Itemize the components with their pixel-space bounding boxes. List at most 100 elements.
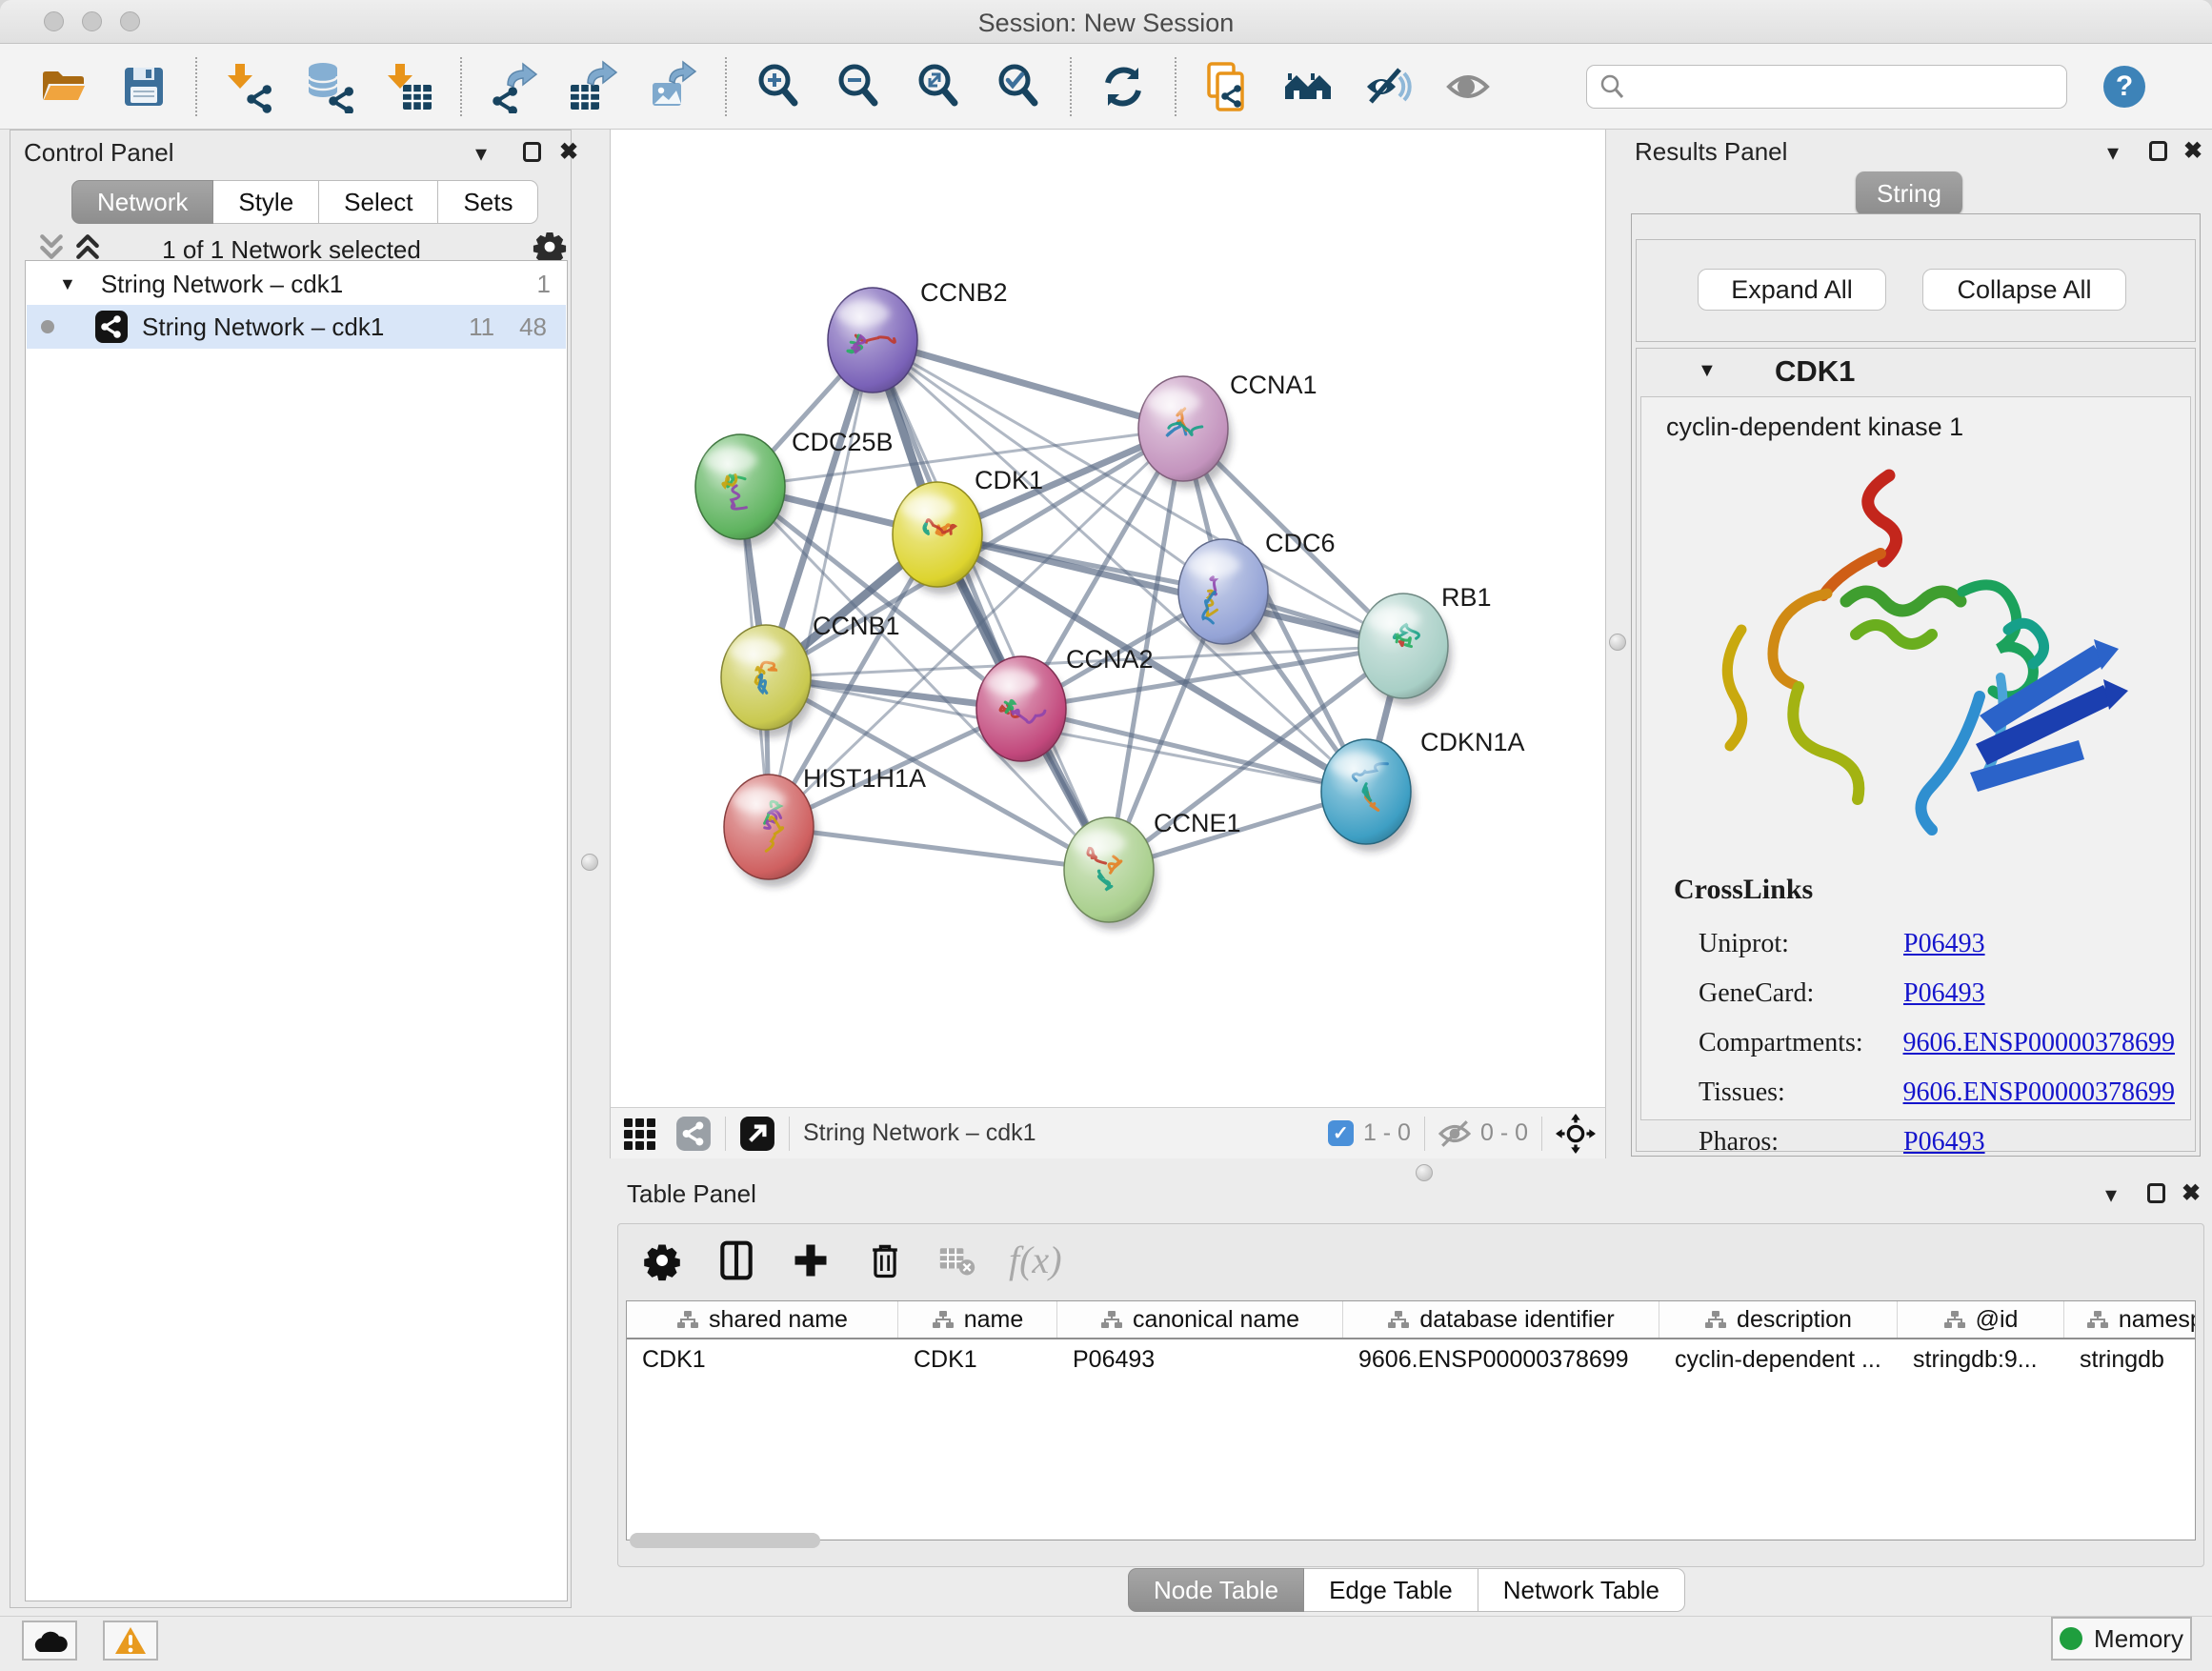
center-view-icon[interactable] [1556,1114,1596,1154]
duplicate-network-button[interactable] [1198,57,1257,116]
column-header-description[interactable]: description [1659,1301,1898,1338]
network-collection-row[interactable]: ▼ String Network – cdk1 1 [27,263,566,305]
column-header-label: description [1737,1306,1852,1334]
toolbar-separator [460,57,462,116]
graph-node-RB1[interactable]: RB1 [1358,583,1492,706]
column-header-namespace[interactable]: namespace [2064,1301,2196,1338]
graph-node-HIST1H1A[interactable]: HIST1H1A [724,764,926,887]
results-panel-menu-icon[interactable]: ▾ [2107,139,2119,167]
table-horizontal-scrollbar[interactable] [630,1533,820,1548]
toolbar-separator [725,57,727,116]
search-icon [1599,73,1625,100]
network-view-title: String Network – cdk1 [803,1119,1036,1147]
birds-eye-grid-icon[interactable] [622,1115,660,1153]
open-folder-icon [37,60,90,113]
table-row[interactable]: CDK1CDK1P064939606.ENSP00000378699cyclin… [627,1339,2195,1379]
column-header-name[interactable]: name [898,1301,1057,1338]
refresh-view-button[interactable] [1094,57,1153,116]
table-gear-icon[interactable] [641,1239,683,1281]
control-panel-close-icon[interactable]: ✖ [559,138,578,166]
tab-node-table[interactable]: Node Table [1128,1568,1304,1612]
column-header-shared-name[interactable]: shared name [627,1301,898,1338]
tab-network-table[interactable]: Network Table [1478,1568,1685,1612]
left-splitter-handle[interactable] [581,854,598,871]
results-tab-string[interactable]: String [1856,171,1962,215]
collection-expand-icon[interactable]: ▼ [59,274,76,294]
selected-checkbox-icon[interactable]: ✓ [1328,1120,1354,1146]
table-panel-float-icon[interactable] [2147,1183,2165,1208]
memory-button[interactable]: Memory [2051,1617,2192,1661]
zoom-selected-button[interactable] [989,57,1048,116]
delete-column-icon[interactable] [864,1239,906,1281]
table-cell[interactable]: CDK1 [898,1339,1057,1379]
graph-node-CDC6[interactable]: CDC6 [1178,529,1336,652]
first-neighbors-button[interactable] [1278,57,1337,116]
table-cell[interactable]: P06493 [1057,1339,1343,1379]
tab-network[interactable]: Network [71,180,213,224]
crosslink-value-link[interactable]: 9606.ENSP00000378699 [1903,1028,2175,1058]
main-toolbar: ? [0,44,2212,130]
column-header-@id[interactable]: @id [1898,1301,2064,1338]
cloud-status-button[interactable] [22,1621,77,1661]
table-cell[interactable]: stringdb [2064,1339,2196,1379]
control-panel-menu-icon[interactable]: ▾ [475,140,487,168]
collection-label: String Network – cdk1 [101,270,343,299]
zoom-fit-button[interactable] [909,57,968,116]
columns-icon[interactable] [715,1239,757,1281]
tab-sets[interactable]: Sets [438,180,538,224]
expand-all-button[interactable]: Expand All [1698,269,1886,311]
export-network-button[interactable] [484,57,543,116]
table-cell[interactable]: cyclin-dependent ... [1659,1339,1898,1379]
graph-node-CDK1[interactable]: CDK1 [893,466,1043,594]
crosslink-value-link[interactable]: P06493 [1903,929,1985,959]
network-tree-list: ▼ String Network – cdk1 1 String Network… [25,260,568,1601]
table-panel-title: Table Panel [627,1179,756,1209]
collapse-all-button[interactable]: Collapse All [1922,269,2126,311]
open-session-button[interactable] [34,57,93,116]
network-type-share-icon[interactable] [675,1116,712,1152]
network-label: String Network – cdk1 [142,312,384,342]
search-input[interactable] [1625,71,2035,101]
column-header-database-identifier[interactable]: database identifier [1343,1301,1659,1338]
tab-select[interactable]: Select [319,180,438,224]
node-label-CDK1: CDK1 [975,466,1043,494]
graph-node-CDKN1A[interactable]: CDKN1A [1321,728,1525,852]
save-session-button[interactable] [114,57,173,116]
table-cell[interactable]: 9606.ENSP00000378699 [1343,1339,1659,1379]
network-canvas[interactable]: CCNB2CCNA1CDC25BCDK1CDC6RB1CCNB1CCNA2CDK… [610,130,1606,1107]
node-label-CDC25B: CDC25B [792,428,894,456]
import-network-file-button[interactable] [219,57,278,116]
zoom-in-button[interactable] [749,57,808,116]
zoom-out-button[interactable] [829,57,888,116]
tab-style[interactable]: Style [213,180,319,224]
column-header-canonical-name[interactable]: canonical name [1057,1301,1343,1338]
network-graph[interactable]: CCNB2CCNA1CDC25BCDK1CDC6RB1CCNB1CCNA2CDK… [611,130,1605,1105]
export-table-button[interactable] [564,57,623,116]
table-cell[interactable]: stringdb:9... [1898,1339,2064,1379]
help-button[interactable]: ? [2103,66,2145,108]
show-all-button[interactable] [1438,57,1498,116]
hide-selected-button[interactable] [1358,57,1418,116]
node-table[interactable]: shared namenamecanonical namedatabase id… [626,1300,2196,1540]
crosslink-row: Pharos:P06493 [1699,1117,2175,1167]
table-panel-menu-icon[interactable]: ▾ [2105,1181,2117,1209]
import-network-database-button[interactable] [299,57,358,116]
detach-view-icon[interactable] [739,1116,775,1152]
network-row[interactable]: String Network – cdk1 11 48 [27,305,566,349]
export-image-button[interactable] [644,57,703,116]
crosslink-value-link[interactable]: P06493 [1903,1127,1985,1158]
table-cell[interactable]: CDK1 [627,1339,898,1379]
crosslink-value-link[interactable]: P06493 [1903,978,1985,1009]
control-panel-float-icon[interactable] [523,142,541,167]
import-table-file-button[interactable] [379,57,438,116]
collection-count: 1 [537,270,551,299]
gene-collapse-icon[interactable]: ▼ [1698,360,1717,382]
warnings-button[interactable] [103,1621,158,1661]
results-panel-float-icon[interactable] [2149,141,2167,166]
add-column-icon[interactable] [790,1239,832,1281]
crosslink-value-link[interactable]: 9606.ENSP00000378699 [1903,1077,2175,1108]
results-panel-close-icon[interactable]: ✖ [2183,137,2202,165]
tab-edge-table[interactable]: Edge Table [1304,1568,1478,1612]
table-panel-close-icon[interactable]: ✖ [2182,1179,2201,1207]
graph-node-CCNE1[interactable]: CCNE1 [1064,809,1241,930]
